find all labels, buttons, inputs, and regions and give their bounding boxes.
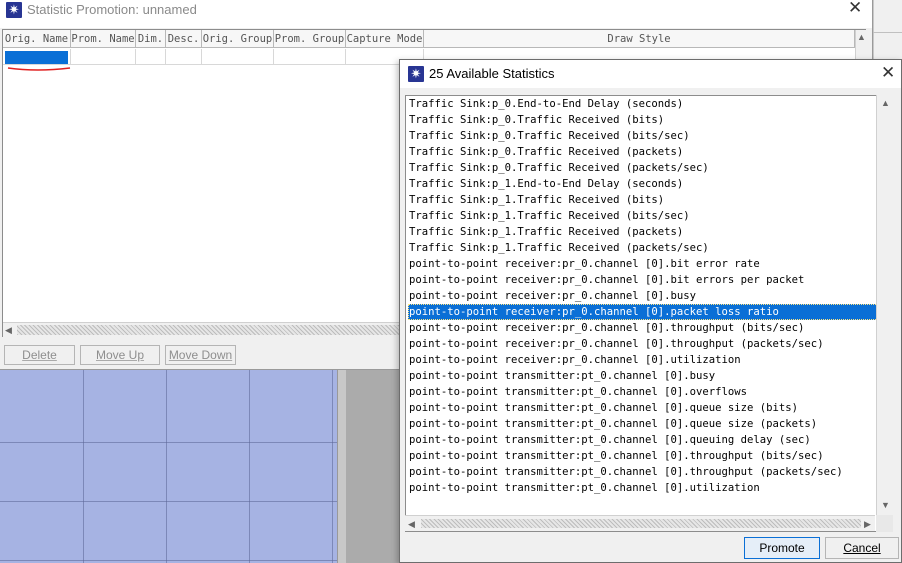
workspace-canvas bbox=[0, 370, 337, 563]
dialog-title: 25 Available Statistics bbox=[429, 66, 555, 81]
column-header-orig-group[interactable]: Orig. Group bbox=[202, 30, 274, 48]
table-cell[interactable] bbox=[166, 49, 202, 65]
column-header-desc[interactable]: Desc. bbox=[166, 30, 202, 48]
arrow-right-icon[interactable]: ▶ bbox=[864, 518, 871, 530]
promote-button[interactable]: Promote bbox=[744, 537, 820, 559]
list-item[interactable]: point-to-point receiver:pr_0.channel [0]… bbox=[408, 256, 878, 272]
vertical-scrollbar[interactable]: ▲ ▼ bbox=[876, 95, 893, 532]
list-item[interactable]: Traffic Sink:p_0.Traffic Received (bits) bbox=[408, 112, 878, 128]
statistics-list[interactable]: Traffic Sink:p_0.End-to-End Delay (secon… bbox=[405, 95, 881, 532]
list-item[interactable]: Traffic Sink:p_0.Traffic Received (packe… bbox=[408, 144, 878, 160]
list-item[interactable]: Traffic Sink:p_0.End-to-End Delay (secon… bbox=[408, 96, 878, 112]
column-header-capture-mode[interactable]: Capture Mode bbox=[346, 30, 424, 48]
move-down-button[interactable]: Move Down bbox=[165, 345, 236, 365]
list-item[interactable]: Traffic Sink:p_1.Traffic Received (packe… bbox=[408, 240, 878, 256]
list-item[interactable]: point-to-point receiver:pr_0.channel [0]… bbox=[408, 352, 878, 368]
column-header-draw-style[interactable]: Draw Style bbox=[424, 30, 855, 48]
table-cell[interactable] bbox=[136, 49, 166, 65]
list-item[interactable]: Traffic Sink:p_1.Traffic Received (bits) bbox=[408, 192, 878, 208]
list-item[interactable]: point-to-point transmitter:pt_0.channel … bbox=[408, 400, 878, 416]
arrow-up-icon[interactable]: ▲ bbox=[857, 31, 866, 43]
list-item[interactable]: point-to-point transmitter:pt_0.channel … bbox=[408, 464, 878, 480]
list-item[interactable]: Traffic Sink:p_1.Traffic Received (bits/… bbox=[408, 208, 878, 224]
list-item[interactable]: Traffic Sink:p_0.Traffic Received (packe… bbox=[408, 160, 878, 176]
list-item[interactable]: Traffic Sink:p_1.Traffic Received (packe… bbox=[408, 224, 878, 240]
app-star-icon: ✷ bbox=[6, 2, 22, 18]
statistics-list-items: Traffic Sink:p_0.End-to-End Delay (secon… bbox=[408, 96, 878, 496]
column-header-prom-group[interactable]: Prom. Group bbox=[274, 30, 346, 48]
scrollbar-track[interactable] bbox=[421, 519, 861, 528]
arrow-up-icon[interactable]: ▲ bbox=[881, 97, 890, 109]
list-item[interactable]: point-to-point receiver:pr_0.channel [0]… bbox=[408, 320, 878, 336]
list-item-selected[interactable]: point-to-point receiver:pr_0.channel [0]… bbox=[408, 304, 878, 320]
list-item[interactable]: point-to-point transmitter:pt_0.channel … bbox=[408, 416, 878, 432]
selected-cell[interactable] bbox=[5, 51, 68, 64]
column-header-dim[interactable]: Dim. bbox=[136, 30, 166, 48]
cancel-button[interactable]: Cancel bbox=[825, 537, 899, 559]
window-title: Statistic Promotion: unnamed bbox=[27, 2, 197, 17]
list-item[interactable]: point-to-point receiver:pr_0.channel [0]… bbox=[408, 288, 878, 304]
list-item[interactable]: Traffic Sink:p_0.Traffic Received (bits/… bbox=[408, 128, 878, 144]
table-cell[interactable] bbox=[202, 49, 274, 65]
arrow-left-icon[interactable]: ◀ bbox=[408, 518, 415, 530]
list-item[interactable]: point-to-point transmitter:pt_0.channel … bbox=[408, 448, 878, 464]
arrow-left-icon[interactable]: ◀ bbox=[5, 324, 12, 336]
list-item[interactable]: point-to-point transmitter:pt_0.channel … bbox=[408, 480, 878, 496]
title-bar: ✷ Statistic Promotion: unnamed ✕ bbox=[0, 0, 872, 28]
table-cell[interactable] bbox=[274, 49, 346, 65]
table-header: Orig. Name Prom. Name Dim. Desc. Orig. G… bbox=[3, 30, 865, 48]
background-window-edge bbox=[873, 0, 902, 60]
canvas-edge bbox=[337, 370, 346, 563]
list-item[interactable]: point-to-point transmitter:pt_0.channel … bbox=[408, 368, 878, 384]
column-header-prom-name[interactable]: Prom. Name bbox=[71, 30, 136, 48]
divider bbox=[873, 32, 902, 33]
column-header-orig-name[interactable]: Orig. Name bbox=[3, 30, 71, 48]
delete-button[interactable]: Delete bbox=[4, 345, 75, 365]
cancel-label: Cancel bbox=[843, 541, 881, 555]
list-item[interactable]: point-to-point transmitter:pt_0.channel … bbox=[408, 432, 878, 448]
arrow-down-icon[interactable]: ▼ bbox=[881, 499, 890, 511]
list-item[interactable]: point-to-point transmitter:pt_0.channel … bbox=[408, 384, 878, 400]
move-up-button[interactable]: Move Up bbox=[80, 345, 160, 365]
close-icon[interactable]: ✕ bbox=[881, 64, 895, 82]
scrollbar-corner bbox=[876, 515, 893, 532]
list-item[interactable]: Traffic Sink:p_1.End-to-End Delay (secon… bbox=[408, 176, 878, 192]
red-annotation-underline bbox=[7, 67, 71, 71]
dialog-title-bar: ✷ 25 Available Statistics ✕ bbox=[400, 60, 901, 88]
app-star-icon: ✷ bbox=[408, 66, 424, 82]
horizontal-scrollbar[interactable]: ◀ ▶ bbox=[405, 515, 875, 531]
available-statistics-dialog: ✷ 25 Available Statistics ✕ Traffic Sink… bbox=[399, 59, 902, 563]
list-item[interactable]: point-to-point receiver:pr_0.channel [0]… bbox=[408, 336, 878, 352]
table-cell[interactable] bbox=[71, 49, 136, 65]
list-item[interactable]: point-to-point receiver:pr_0.channel [0]… bbox=[408, 272, 878, 288]
close-icon[interactable]: ✕ bbox=[848, 0, 862, 17]
